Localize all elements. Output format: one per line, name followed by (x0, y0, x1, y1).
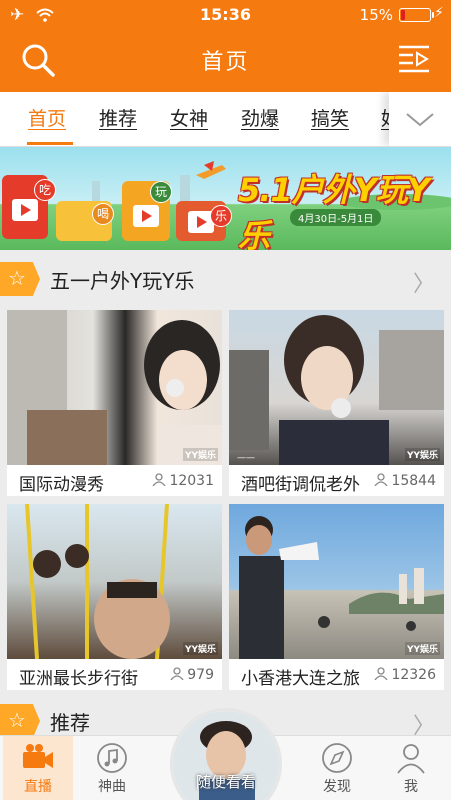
view-count-value: 12326 (391, 667, 436, 683)
video-title: 亚洲最长步行街 (19, 669, 138, 689)
thumbnail-art: —— (229, 315, 444, 465)
chevron-down-icon (406, 113, 434, 127)
section-title: 推荐 (50, 711, 90, 735)
tab-indicator (27, 142, 73, 145)
video-watermark: YY娱乐 (182, 642, 218, 655)
random-watch-button[interactable]: 随便看看 (170, 708, 282, 800)
thumbnail-art (7, 310, 222, 465)
battery-fill (401, 10, 405, 20)
view-count-value: 979 (187, 667, 214, 683)
banner-date: 4月30日-5月1日 (290, 209, 382, 226)
viewers-icon (170, 667, 184, 680)
video-title: 小香港大连之旅 (241, 669, 360, 689)
nav-discover[interactable]: 发现 (302, 736, 372, 800)
view-count-value: 12031 (169, 473, 214, 489)
view-count: 12031 (152, 473, 214, 489)
thumbnail-art (25, 504, 170, 659)
nav-label: 直播 (24, 779, 52, 795)
nav-music[interactable]: 神曲 (77, 736, 147, 800)
section-star-icon: ☆ (0, 704, 40, 738)
playlist-menu-icon[interactable] (397, 43, 431, 75)
person-icon (397, 744, 425, 774)
tab-goddess[interactable]: 女神 (170, 104, 208, 131)
banner-headline: 5.1户外Y玩Y乐 (238, 171, 430, 250)
tab-home[interactable]: 首页 (28, 104, 66, 131)
video-watermark: YY娱乐 (404, 642, 440, 655)
video-card[interactable]: YY娱乐 国际动漫秀 12031 (7, 310, 222, 496)
nav-live[interactable]: 直播 (3, 736, 73, 800)
tab-funny[interactable]: 搞笑 (311, 104, 349, 131)
section-title: 五一户外Y玩Y乐 (50, 269, 195, 293)
view-count-value: 15844 (391, 473, 436, 489)
app-root: ✈ 15:36 15% ⚡ 首页 首页 推荐 女神 劲爆 搞笑 吃 喝 玩 乐 … (0, 0, 451, 800)
video-title: 酒吧街调侃老外 (241, 475, 360, 495)
play-icon (12, 199, 38, 221)
view-count: 15844 (374, 473, 436, 489)
play-icon (133, 205, 159, 227)
category-tabs: 首页 推荐 女神 劲爆 搞笑 好 (0, 92, 451, 147)
video-thumbnail: YY娱乐 (229, 504, 444, 659)
video-card[interactable]: YY娱乐 小香港大连之旅 12326 (229, 504, 444, 690)
video-title: 国际动漫秀 (19, 475, 104, 495)
tab-recommend[interactable]: 推荐 (99, 104, 137, 131)
chevron-right-icon: 〉 (412, 272, 435, 297)
view-count: 979 (170, 667, 214, 683)
video-thumbnail: YY娱乐 (7, 310, 222, 465)
video-watermark: YY娱乐 (404, 448, 440, 461)
viewers-icon (374, 667, 388, 680)
charging-icon: ⚡ (434, 5, 444, 21)
nav-label: 我 (404, 779, 418, 795)
battery-icon (399, 8, 434, 22)
banner-badge-fun: 乐 (210, 205, 232, 227)
nav-label: 神曲 (98, 779, 126, 795)
video-watermark: YY娱乐 (182, 448, 218, 461)
header: 首页 (0, 30, 451, 92)
top-bar: ✈ 15:36 15% ⚡ 首页 (0, 0, 451, 92)
banner-badge-play: 玩 (150, 181, 172, 203)
video-camera-icon (23, 744, 53, 768)
banner-badge-drink: 喝 (92, 203, 114, 225)
battery-percent: 15% (359, 6, 393, 24)
video-card[interactable]: —— YY娱乐 酒吧街调侃老外 15844 (229, 310, 444, 496)
nav-label: 发现 (323, 779, 351, 795)
promo-banner[interactable]: 吃 喝 玩 乐 5.1户外Y玩Y乐 4月30日-5月1日 (0, 147, 451, 250)
video-card[interactable]: YY娱乐 亚洲最长步行街 979 (7, 504, 222, 690)
tab-hot[interactable]: 劲爆 (241, 104, 279, 131)
section-star-icon: ☆ (0, 262, 40, 296)
nav-me[interactable]: 我 (376, 736, 446, 800)
viewers-icon (152, 473, 166, 486)
thumbnail-art (239, 516, 444, 659)
banner-badge-eat: 吃 (34, 179, 56, 201)
video-thumbnail: —— YY娱乐 (229, 310, 444, 465)
viewers-icon (374, 473, 388, 486)
view-count: 12326 (374, 667, 436, 683)
music-note-icon (97, 743, 127, 773)
video-thumbnail: YY娱乐 (7, 504, 222, 659)
compass-icon (322, 743, 352, 773)
page-title: 首页 (201, 50, 250, 75)
status-bar: ✈ 15:36 15% ⚡ (0, 0, 451, 30)
random-watch-label: 随便看看 (195, 773, 256, 791)
section-header-may-day[interactable]: ☆ 五一户外Y玩Y乐 〉 (0, 260, 451, 300)
svg-text:——: —— (237, 453, 255, 463)
expand-tabs-button[interactable] (389, 92, 451, 146)
